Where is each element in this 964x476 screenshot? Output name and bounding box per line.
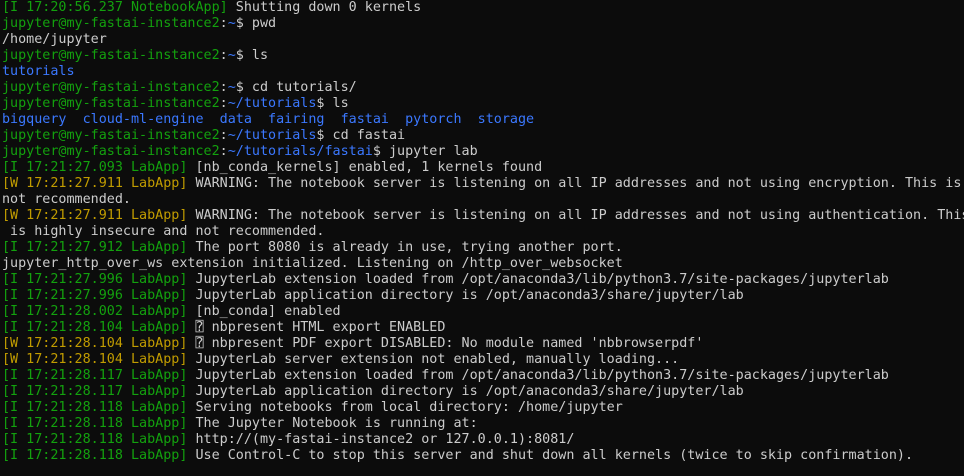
prompt-path: ~/tutorials <box>227 96 317 111</box>
log-info-tag: [I 17:21:28.118 LabApp] <box>2 448 188 463</box>
log-info-tag: [I 17:21:28.117 LabApp] <box>2 368 188 383</box>
output-text: $ jupyter lab <box>372 144 478 159</box>
terminal-line: jupyter@my-fastai-instance2:~$ cd tutori… <box>2 80 960 96</box>
prompt-user-host: jupyter@my-fastai-instance2 <box>2 80 220 95</box>
log-info-tag: [I 17:21:27.996 LabApp] <box>2 288 188 303</box>
log-warning-tag: [W 17:21:28.104 LabApp] <box>2 336 188 351</box>
log-info-tag: [I 17:21:28.002 LabApp] <box>2 304 188 319</box>
terminal-line: [W 17:21:28.104 LabApp] ⍰ nbpresent PDF … <box>2 336 960 352</box>
prompt-user-host: jupyter@my-fastai-instance2 <box>2 144 220 159</box>
output-text: ⍰ nbpresent PDF export DISABLED: No modu… <box>187 336 704 351</box>
output-text: not recommended. <box>2 192 131 207</box>
output-text: : <box>219 144 228 159</box>
terminal-line: jupyter@my-fastai-instance2:~/tutorials$… <box>2 128 960 144</box>
terminal-line: [W 17:21:27.911 LabApp] WARNING: The not… <box>2 208 964 224</box>
output-text: : <box>219 48 228 63</box>
prompt-user-host: jupyter@my-fastai-instance2 <box>2 128 220 143</box>
log-info-tag: [I 17:20:56.237 NotebookApp] <box>2 0 228 15</box>
output-text: $ ls <box>316 96 349 111</box>
output-text: The Jupyter Notebook is running at: <box>187 416 478 431</box>
terminal-line: [I 17:21:27.996 LabApp] JupyterLab appli… <box>2 288 960 304</box>
terminal-line: is highly insecure and not recommended. <box>2 224 960 240</box>
output-text: Serving notebooks from local directory: … <box>187 400 623 415</box>
terminal-line: [I 17:21:27.912 LabApp] The port 8080 is… <box>2 240 960 256</box>
log-warning-tag: [W 17:21:28.104 LabApp] <box>2 352 188 367</box>
output-text: http://(my-fastai-instance2 or 127.0.0.1… <box>187 432 575 447</box>
directory-listing: bigquery cloud-ml-engine data fairing fa… <box>2 112 535 127</box>
terminal-line: jupyter@my-fastai-instance2:~/tutorials$… <box>2 96 960 112</box>
log-info-tag: [I 17:21:28.118 LabApp] <box>2 432 188 447</box>
output-text: JupyterLab application directory is /opt… <box>187 288 744 303</box>
output-text: [nb_conda_kernels] enabled, 1 kernels fo… <box>187 160 543 175</box>
output-text: : <box>219 80 228 95</box>
output-text: ⍰ nbpresent HTML export ENABLED <box>187 320 446 335</box>
terminal-line: [I 17:21:28.118 LabApp] Use Control-C to… <box>2 448 960 464</box>
log-warning-tag: [W 17:21:27.911 LabApp] <box>2 176 188 191</box>
output-text: JupyterLab extension loaded from /opt/an… <box>187 272 889 287</box>
log-info-tag: [I 17:21:27.996 LabApp] <box>2 272 188 287</box>
output-text: JupyterLab application directory is /opt… <box>187 384 744 399</box>
output-text: /home/jupyter <box>2 32 107 47</box>
output-text: JupyterLab extension loaded from /opt/an… <box>187 368 889 383</box>
output-text: is highly insecure and not recommended. <box>2 224 325 239</box>
prompt-path: ~ <box>227 80 236 95</box>
output-text: Shutting down 0 kernels <box>227 0 422 15</box>
terminal-line: [I 17:21:27.093 LabApp] [nb_conda_kernel… <box>2 160 960 176</box>
output-text: WARNING: The notebook server is listenin… <box>187 176 962 191</box>
output-text: WARNING: The notebook server is listenin… <box>187 208 964 223</box>
terminal-line: jupyter@my-fastai-instance2:~$ ls <box>2 48 960 64</box>
output-text: jupyter_http_over_ws extension initializ… <box>2 256 623 271</box>
output-text: $ pwd <box>235 16 277 31</box>
prompt-path: ~/tutorials/fastai <box>227 144 373 159</box>
terminal-line: [I 17:21:28.002 LabApp] [nb_conda] enabl… <box>2 304 960 320</box>
log-warning-tag: [W 17:21:27.911 LabApp] <box>2 208 188 223</box>
terminal-line: jupyter@my-fastai-instance2:~/tutorials/… <box>2 144 960 160</box>
prompt-path: ~/tutorials <box>227 128 317 143</box>
terminal-line: [I 17:21:28.118 LabApp] The Jupyter Note… <box>2 416 960 432</box>
output-text: Use Control-C to stop this server and sh… <box>187 448 914 463</box>
output-text: : <box>219 96 228 111</box>
output-text: JupyterLab server extension not enabled,… <box>187 352 680 367</box>
terminal-line: /home/jupyter <box>2 32 960 48</box>
terminal-line: jupyter@my-fastai-instance2:~$ pwd <box>2 16 960 32</box>
prompt-user-host: jupyter@my-fastai-instance2 <box>2 96 220 111</box>
terminal-output: [I 17:20:56.237 NotebookApp] Shutting do… <box>2 0 964 464</box>
terminal-line: [I 17:20:56.237 NotebookApp] Shutting do… <box>2 0 960 16</box>
terminal-window[interactable]: [I 17:20:56.237 NotebookApp] Shutting do… <box>0 0 964 476</box>
output-text: [nb_conda] enabled <box>187 304 341 319</box>
log-info-tag: [I 17:21:27.093 LabApp] <box>2 160 188 175</box>
terminal-line: jupyter_http_over_ws extension initializ… <box>2 256 960 272</box>
prompt-user-host: jupyter@my-fastai-instance2 <box>2 16 220 31</box>
prompt-user-host: jupyter@my-fastai-instance2 <box>2 48 220 63</box>
log-info-tag: [I 17:21:28.104 LabApp] <box>2 320 188 335</box>
output-text: : <box>219 16 228 31</box>
log-info-tag: [I 17:21:28.118 LabApp] <box>2 416 188 431</box>
output-text: $ ls <box>235 48 269 63</box>
log-info-tag: [I 17:21:27.912 LabApp] <box>2 240 188 255</box>
terminal-line: [W 17:21:27.911 LabApp] WARNING: The not… <box>2 176 962 192</box>
terminal-line: tutorials <box>2 64 960 80</box>
output-text: The port 8080 is already in use, trying … <box>187 240 623 255</box>
output-text: : <box>219 128 228 143</box>
prompt-path: ~ <box>227 48 236 63</box>
terminal-line: [I 17:21:28.118 LabApp] Serving notebook… <box>2 400 960 416</box>
log-info-tag: [I 17:21:28.118 LabApp] <box>2 400 188 415</box>
terminal-line: bigquery cloud-ml-engine data fairing fa… <box>2 112 960 128</box>
terminal-line: [I 17:21:27.996 LabApp] JupyterLab exten… <box>2 272 960 288</box>
terminal-line: [I 17:21:28.117 LabApp] JupyterLab appli… <box>2 384 960 400</box>
terminal-line: [I 17:21:28.104 LabApp] ⍰ nbpresent HTML… <box>2 320 960 336</box>
terminal-line: [I 17:21:28.117 LabApp] JupyterLab exten… <box>2 368 960 384</box>
prompt-path: ~ <box>227 16 236 31</box>
output-text: $ cd tutorials/ <box>235 80 357 95</box>
log-info-tag: [I 17:21:28.117 LabApp] <box>2 384 188 399</box>
terminal-line: [W 17:21:28.104 LabApp] JupyterLab serve… <box>2 352 960 368</box>
directory-listing: tutorials <box>2 64 75 79</box>
output-text: $ cd fastai <box>316 128 406 143</box>
terminal-line: not recommended. <box>2 192 960 208</box>
terminal-line: [I 17:21:28.118 LabApp] http://(my-fasta… <box>2 432 960 448</box>
